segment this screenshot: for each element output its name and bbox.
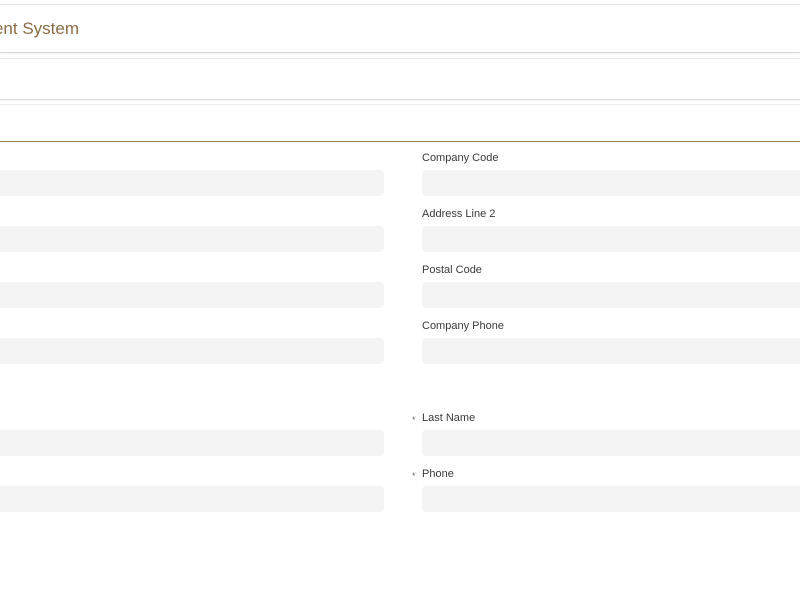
- address-line-1-input[interactable]: [0, 226, 384, 252]
- address-line-2-input[interactable]: [422, 226, 800, 252]
- required-marker: *: [412, 415, 416, 425]
- address-line-2-label: Address Line 2: [422, 208, 496, 220]
- first-name-input[interactable]: [0, 430, 384, 456]
- postal-code-label: Postal Code: [422, 264, 482, 276]
- postal-code-input[interactable]: [422, 282, 800, 308]
- last-name-input[interactable]: [422, 430, 800, 456]
- phone-input[interactable]: [422, 486, 800, 512]
- city-input[interactable]: [0, 282, 384, 308]
- email-input[interactable]: [0, 486, 384, 512]
- app-header: nagement System: [0, 4, 800, 53]
- company-code-label: Company Code: [422, 152, 499, 164]
- required-marker: *: [412, 471, 416, 481]
- company-phone-input[interactable]: [422, 338, 800, 364]
- app-title: nagement System: [0, 19, 80, 38]
- section-header: [0, 104, 800, 142]
- company-name-input[interactable]: [0, 170, 384, 196]
- nav-bar: [0, 58, 800, 100]
- last-name-label: Last Name: [422, 412, 476, 424]
- page: nagement System Company Code Address Lin…: [0, 0, 800, 600]
- company-phone-label: Company Phone: [422, 320, 504, 332]
- company-code-input[interactable]: [422, 170, 800, 196]
- phone-label: Phone: [422, 468, 454, 480]
- country-input[interactable]: [0, 338, 384, 364]
